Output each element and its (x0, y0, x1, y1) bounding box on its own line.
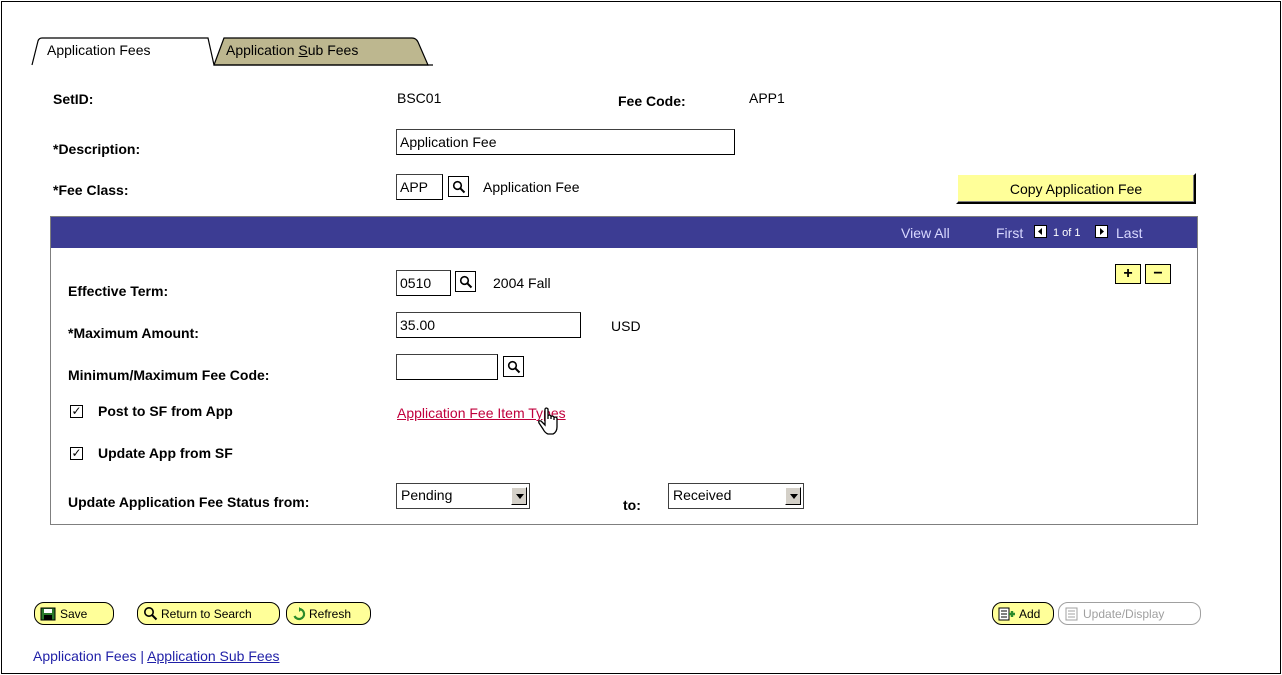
chevron-down-icon[interactable] (511, 487, 527, 505)
add-label: Add (1019, 606, 1041, 621)
fee-class-description: Application Fee (483, 179, 580, 195)
footer-link-application-fees[interactable]: Application Fees (33, 648, 137, 664)
update-display-button: Update/Display (1058, 602, 1201, 625)
fee-class-lookup-icon[interactable] (448, 176, 469, 197)
description-label: *Description: (53, 141, 141, 157)
last-link[interactable]: Last (1116, 225, 1142, 241)
footer-link-application-sub-fees[interactable]: Application Sub Fees (147, 648, 279, 664)
magnifier-icon (144, 607, 158, 621)
footer-links: Application Fees | Application Sub Fees (33, 648, 279, 664)
setid-value: BSC01 (397, 90, 442, 106)
minmax-fee-code-input[interactable] (396, 354, 498, 380)
tab-application-fees[interactable]: Application Fees (47, 42, 151, 58)
update-display-icon (1065, 607, 1078, 620)
max-amount-input[interactable]: 35.00 (396, 312, 581, 338)
fee-code-label: Fee Code: (618, 93, 686, 109)
row-counter: 1 of 1 (1053, 227, 1081, 239)
chevron-down-icon[interactable] (785, 487, 801, 505)
tab-label-pre: Application (226, 42, 299, 58)
save-label: Save (60, 606, 88, 621)
currency-code: USD (611, 318, 641, 334)
effective-term-input[interactable]: 0510 (396, 270, 451, 296)
add-button[interactable]: Add (992, 602, 1054, 625)
update-display-label: Update/Display (1083, 606, 1165, 621)
update-app-checkbox[interactable]: ✓ (70, 447, 83, 460)
add-row-button[interactable]: + (1115, 264, 1141, 284)
status-to-value: Received (673, 487, 732, 503)
fee-class-input[interactable]: APP (396, 174, 443, 200)
fee-code-value: APP1 (749, 90, 785, 106)
status-from-value: Pending (401, 487, 453, 503)
refresh-button[interactable]: Refresh (286, 602, 371, 625)
view-all-link[interactable]: View All (901, 225, 950, 241)
description-input[interactable]: Application Fee (396, 129, 735, 155)
next-arrow-icon[interactable] (1095, 225, 1108, 238)
setid-label: SetID: (53, 91, 94, 107)
tab-label-post: ub Fees (307, 42, 359, 58)
return-to-search-button[interactable]: Return to Search (137, 602, 280, 625)
status-to-label: to: (623, 497, 641, 513)
minmax-fee-code-lookup-icon[interactable] (503, 356, 524, 377)
tab-label-accesskey: S (298, 42, 308, 58)
effective-term-lookup-icon[interactable] (455, 271, 476, 292)
copy-application-fee-button[interactable]: Copy Application Fee (956, 173, 1196, 204)
grid-nav-bar: View All First 1 of 1 Last (51, 217, 1197, 248)
status-from-label: Update Application Fee Status from: (68, 494, 310, 510)
effective-term-description: 2004 Fall (493, 275, 551, 291)
minmax-fee-code-label: Minimum/Maximum Fee Code: (68, 367, 270, 383)
max-amount-label: *Maximum Amount: (68, 325, 199, 341)
first-link[interactable]: First (996, 225, 1023, 241)
refresh-icon (293, 606, 306, 620)
footer-separator: | (136, 648, 148, 664)
fee-class-label: *Fee Class: (53, 182, 129, 198)
floppy-disk-icon (40, 607, 56, 620)
return-to-search-label: Return to Search (161, 606, 252, 621)
status-from-select[interactable]: Pending (396, 483, 530, 509)
post-to-sf-checkbox[interactable]: ✓ (70, 405, 83, 418)
delete-row-button[interactable]: − (1145, 264, 1171, 284)
hand-cursor-icon (538, 407, 558, 435)
refresh-label: Refresh (309, 606, 352, 621)
update-app-label: Update App from SF (98, 445, 233, 461)
add-record-icon (998, 607, 1015, 620)
status-to-select[interactable]: Received (668, 483, 804, 509)
save-button[interactable]: Save (34, 602, 114, 625)
prev-arrow-icon[interactable] (1034, 225, 1047, 238)
tab-application-sub-fees[interactable]: Application Sub Fees (226, 42, 358, 58)
effective-term-label: Effective Term: (68, 283, 169, 299)
post-to-sf-label: Post to SF from App (98, 403, 233, 419)
